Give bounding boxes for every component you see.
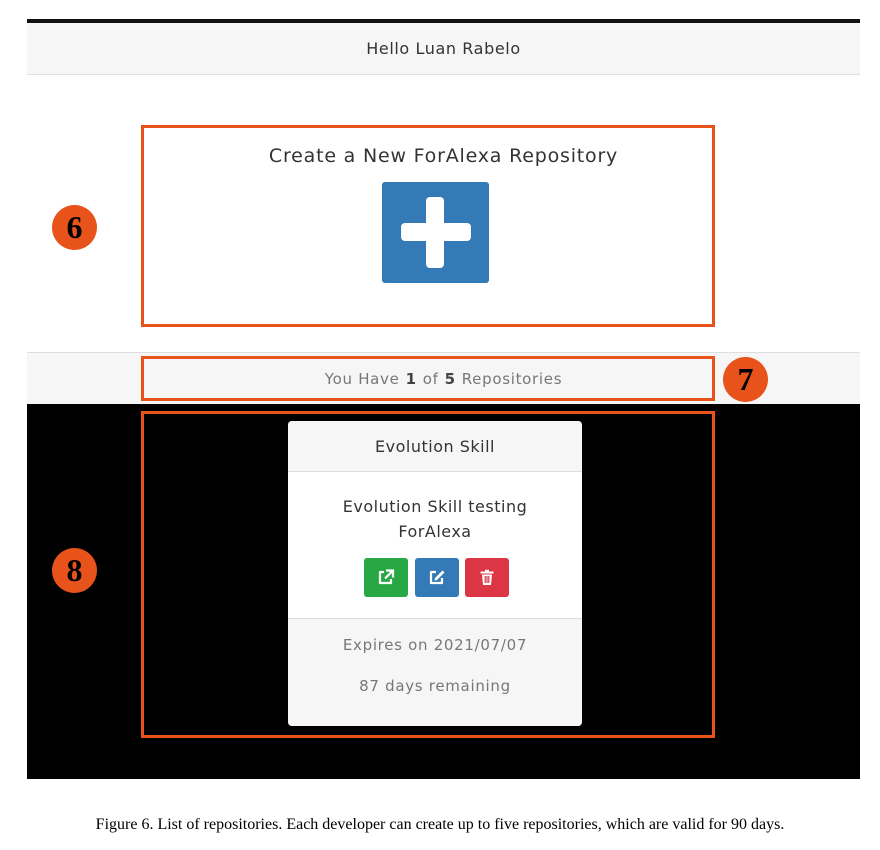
- annotation-marker-6: 6: [52, 205, 97, 250]
- annotation-box-count: [141, 356, 715, 401]
- annotation-marker-8: 8: [52, 548, 97, 593]
- annotation-marker-7: 7: [723, 357, 768, 402]
- figure-caption: Figure 6. List of repositories. Each dev…: [95, 816, 785, 833]
- greeting-text: Hello Luan Rabelo: [366, 39, 521, 58]
- annotation-box-create: [141, 125, 715, 327]
- greeting-header: Hello Luan Rabelo: [27, 23, 860, 75]
- annotation-box-list: [141, 411, 715, 738]
